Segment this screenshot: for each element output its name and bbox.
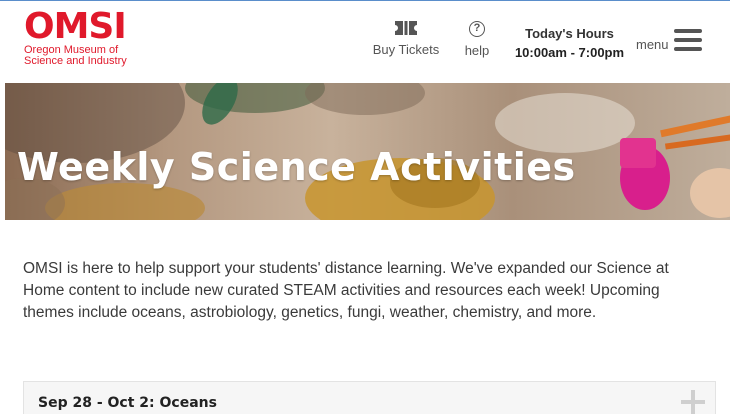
hours-value: 10:00am - 7:00pm [514,45,625,60]
help-link[interactable]: ? help [460,21,494,60]
accordion-item-oceans[interactable]: Sep 28 - Oct 2: Oceans [23,381,716,414]
buy-tickets-link[interactable]: Buy Tickets [370,21,442,59]
accordion-item-label: Sep 28 - Oct 2: Oceans [38,395,217,411]
menu-label: menu [636,37,669,52]
omsi-logo[interactable]: OMSI Oregon Museum of Science and Indust… [24,6,134,72]
logo-wordmark: OMSI [24,6,127,47]
page-title: Weekly Science Activities [17,145,576,189]
intro-paragraph: OMSI is here to help support your studen… [23,260,669,321]
hours-title: Today's Hours [525,26,614,41]
logo-subtitle-line2: Science and Industry [24,55,127,67]
help-label: help [464,43,490,58]
ticket-icon [395,21,417,35]
menu-button[interactable]: menu [636,29,708,59]
question-circle-icon: ? [469,21,485,37]
site-header: OMSI Oregon Museum of Science and Indust… [0,1,730,83]
plus-icon[interactable] [681,390,705,414]
hamburger-icon [674,29,702,55]
buy-tickets-label: Buy Tickets [372,42,440,57]
todays-hours-link[interactable]: Today's Hours 10:00am - 7:00pm [512,26,627,60]
hero-banner: Weekly Science Activities [5,83,730,220]
